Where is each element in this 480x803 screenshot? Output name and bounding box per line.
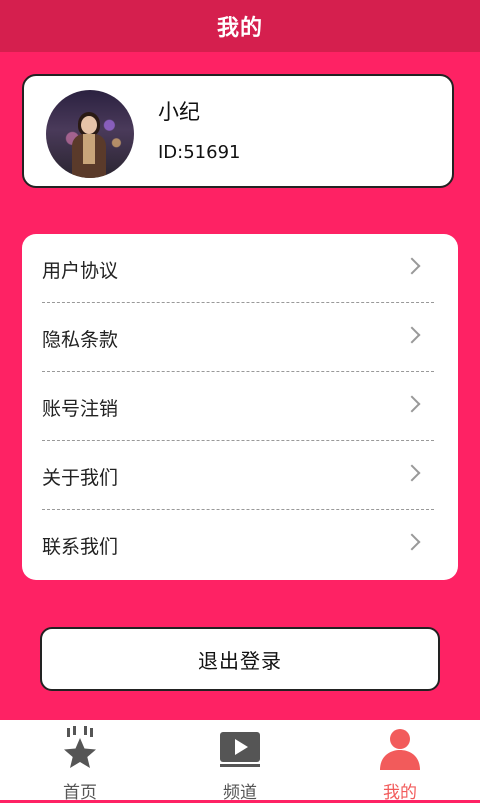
play-icon (220, 732, 260, 767)
tab-label: 我的 (383, 783, 417, 803)
avatar[interactable] (46, 90, 134, 178)
chevron-right-icon (403, 257, 421, 275)
menu-item-account-deletion[interactable]: 账号注销 (22, 372, 458, 441)
chevron-right-icon (403, 395, 421, 413)
tab-label: 首页 (63, 783, 97, 803)
star-icon (64, 726, 96, 768)
logout-button[interactable]: 退出登录 (40, 627, 440, 691)
menu-item-privacy-terms[interactable]: 隐私条款 (22, 303, 458, 372)
profile-card[interactable]: 小纪 ID:51691 (22, 74, 454, 188)
tab-channel[interactable]: 频道 (160, 720, 320, 803)
menu-item-label: 关于我们 (42, 467, 119, 489)
person-icon (380, 729, 420, 770)
page-title: 我的 (216, 16, 263, 41)
menu-item-user-agreement[interactable]: 用户协议 (22, 234, 458, 303)
tab-home[interactable]: 首页 (0, 720, 160, 803)
user-id: ID:51691 (158, 142, 241, 163)
logout-label: 退出登录 (198, 648, 282, 673)
user-nickname: 小纪 (158, 100, 200, 124)
menu-item-label: 联系我们 (42, 536, 119, 558)
avatar-figure-head (81, 116, 97, 134)
chevron-right-icon (403, 464, 421, 482)
menu-item-about-us[interactable]: 关于我们 (22, 441, 458, 510)
menu-item-label: 隐私条款 (42, 329, 119, 351)
tab-mine[interactable]: 我的 (320, 720, 480, 803)
bottom-tab-bar: 首页 频道 我的 (0, 720, 480, 803)
chevron-right-icon (403, 533, 421, 551)
chevron-right-icon (403, 326, 421, 344)
settings-menu: 用户协议 隐私条款 账号注销 关于我们 联系我们 (22, 234, 458, 580)
menu-item-label: 用户协议 (42, 260, 119, 282)
avatar-figure-scarf (83, 134, 95, 164)
menu-item-label: 账号注销 (42, 398, 119, 420)
menu-item-contact-us[interactable]: 联系我们 (22, 510, 458, 579)
tab-label: 频道 (223, 783, 257, 803)
top-bar: 我的 (0, 0, 480, 52)
